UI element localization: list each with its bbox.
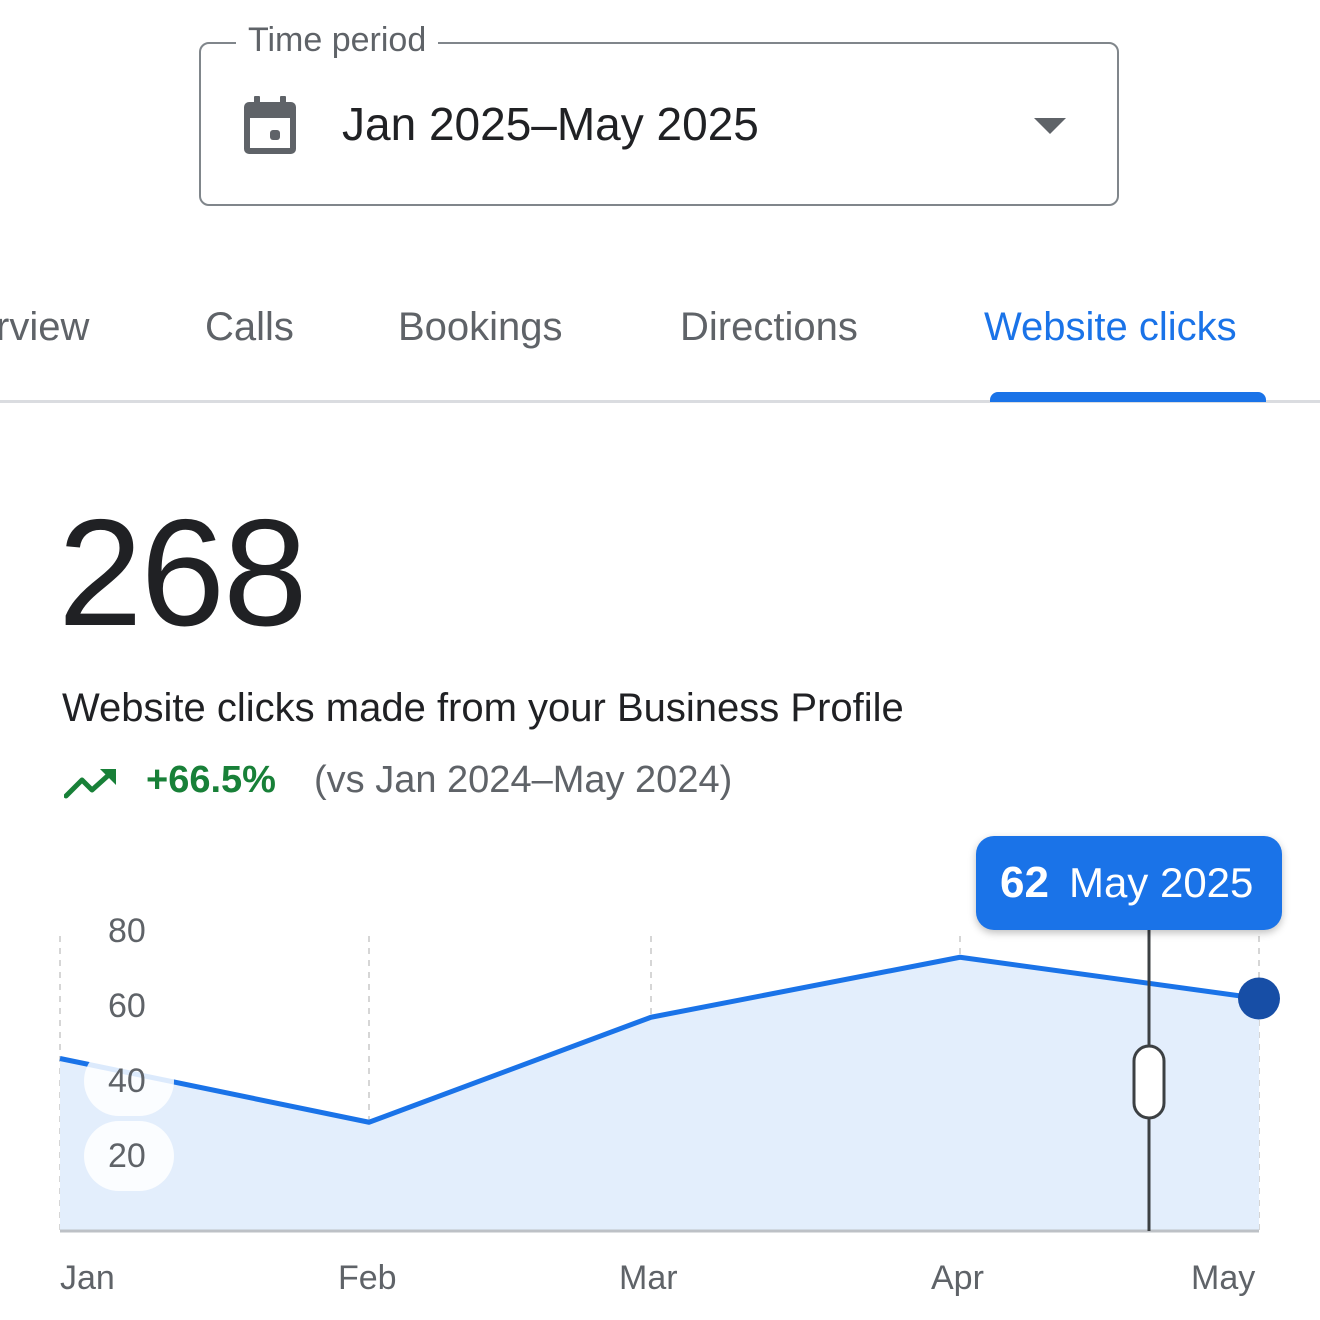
x-tick-label-may: May (1191, 1259, 1256, 1297)
active-tab-indicator (990, 392, 1266, 402)
trend-percentage: +66.5% (146, 759, 276, 801)
y-tick-label: 60 (108, 987, 146, 1025)
data-point-may[interactable] (1238, 977, 1280, 1020)
website-clicks-chart[interactable] (0, 900, 1320, 1260)
time-period-label: Time period (236, 20, 439, 60)
y-tick-label: 40 (108, 1062, 146, 1100)
tab-directions[interactable]: Directions (680, 300, 858, 354)
y-tick-label: 20 (108, 1137, 146, 1175)
x-tick-label-mar: Mar (619, 1259, 678, 1297)
metric-description: Website clicks made from your Business P… (62, 686, 904, 730)
metric-value: 268 (58, 488, 308, 658)
tab-overview[interactable]: rview (0, 300, 89, 354)
x-tick-label-apr: Apr (931, 1259, 984, 1297)
y-tick-label: 80 (108, 912, 146, 950)
tooltip-date: May 2025 (1068, 859, 1254, 906)
x-tick-label-jan: Jan (60, 1259, 115, 1297)
tab-website-clicks[interactable]: Website clicks (984, 300, 1237, 354)
tooltip-value: 62 (1000, 858, 1049, 907)
calendar-icon (244, 96, 296, 154)
trending-up-icon (64, 769, 116, 799)
scrubber-handle[interactable] (1132, 1044, 1166, 1120)
x-tick-label-feb: Feb (338, 1259, 397, 1297)
trend-comparison: (vs Jan 2024–May 2024) (314, 759, 733, 801)
tab-bookings[interactable]: Bookings (398, 300, 563, 354)
dropdown-arrow-icon[interactable] (1030, 114, 1070, 138)
tab-calls[interactable]: Calls (205, 300, 294, 354)
chart-tooltip: 62 May 2025 (976, 836, 1282, 930)
time-period-value: Jan 2025–May 2025 (342, 98, 759, 150)
